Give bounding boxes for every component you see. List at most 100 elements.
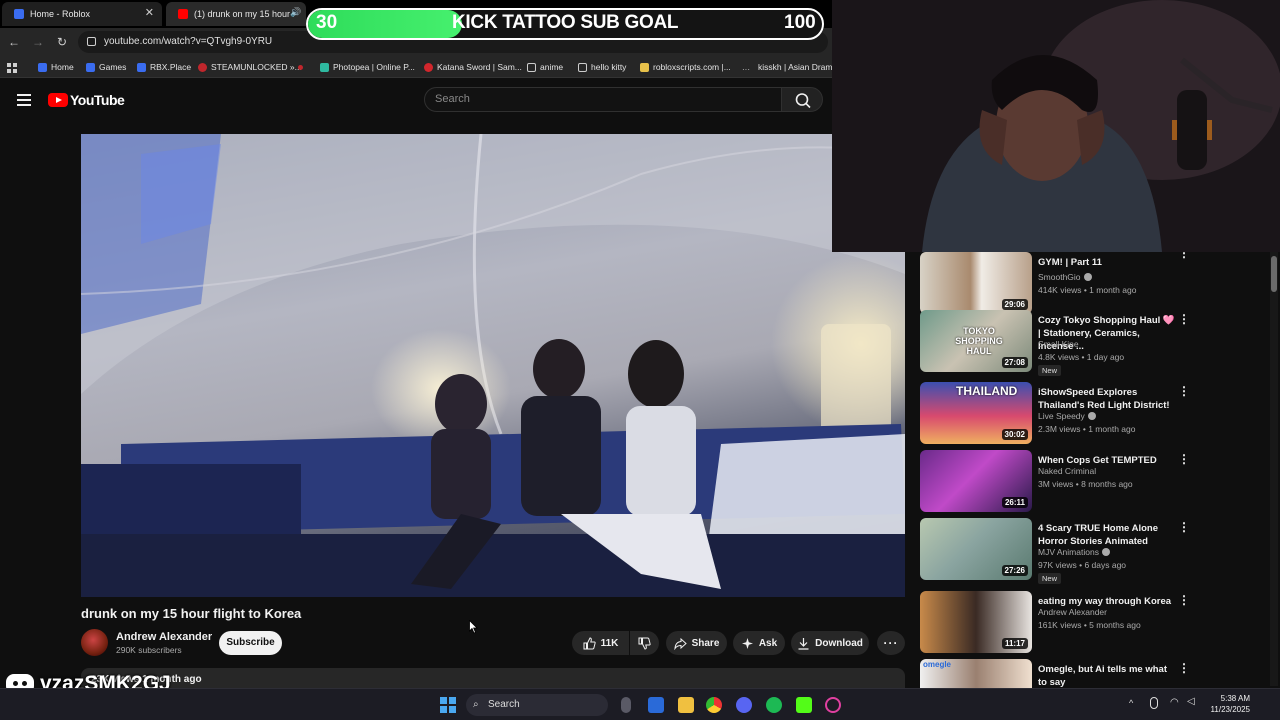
thumbnail-text: THAILAND: [956, 384, 1018, 398]
opera-icon[interactable]: [825, 697, 841, 713]
tab-youtube-video[interactable]: (1) drunk on my 15 hour fli 🔊: [166, 2, 306, 26]
roblox-icon: [137, 62, 146, 72]
site-info-icon[interactable]: [87, 37, 96, 46]
bookmark-home[interactable]: Home: [38, 60, 74, 74]
recommendation-item[interactable]: 11:17 eating my way through Korea Andrew…: [920, 591, 1190, 653]
channel-name[interactable]: SmoothGio: [1038, 272, 1092, 282]
video-thumbnail[interactable]: TOKYO SHOPPING HAUL 27:08: [920, 310, 1032, 372]
clock-time[interactable]: 5:38 AM: [1218, 694, 1250, 703]
close-icon[interactable]: ✕: [145, 6, 154, 19]
channel-name[interactable]: Naked Criminal: [1038, 466, 1096, 476]
windows-start-icon[interactable]: [440, 697, 456, 713]
video-title[interactable]: 4 Scary TRUE Home Alone Horror Stories A…: [1038, 522, 1176, 548]
video-title[interactable]: Omegle, but Ai tells me what to say: [1038, 663, 1176, 688]
video-thumbnail[interactable]: 29:06: [920, 252, 1032, 314]
recommendation-item[interactable]: 29:06 GYM! | Part 11 SmoothGio 414K view…: [920, 247, 1190, 314]
bookmark-robloxscripts[interactable]: robloxscripts.com |...: [640, 60, 731, 74]
video-title[interactable]: iShowSpeed Explores Thailand's Red Light…: [1038, 386, 1176, 412]
scrollbar[interactable]: [1270, 252, 1278, 686]
clock-date[interactable]: 11/23/2025: [1206, 705, 1250, 714]
recommendation-item[interactable]: TOKYO SHOPPING HAUL 27:08 Cozy Tokyo Sho…: [920, 310, 1190, 376]
webcam-feed: [832, 0, 1280, 252]
channel-name[interactable]: Small Kine: [1038, 339, 1079, 349]
channel-label: Live Speedy: [1038, 411, 1085, 421]
more-vertical-icon[interactable]: ⋮: [1178, 521, 1190, 533]
search-button[interactable]: [781, 87, 823, 112]
bookmark-folder-anime[interactable]: anime: [527, 60, 563, 74]
mouse-app-icon[interactable]: [621, 697, 631, 713]
bookmark-rbxplace[interactable]: RBX.Place: [137, 60, 191, 74]
more-vertical-icon[interactable]: ⋮: [1178, 385, 1190, 397]
bookmark-katana-sword[interactable]: Katana Sword | Sam...: [424, 60, 522, 74]
video-thumbnail[interactable]: omegle: [920, 659, 1032, 688]
like-button[interactable]: 11K: [572, 631, 629, 655]
recommendation-item[interactable]: 27:26 4 Scary TRUE Home Alone Horror Sto…: [920, 518, 1190, 584]
dislike-button[interactable]: [630, 631, 659, 655]
folder-icon: [578, 62, 587, 72]
back-arrow-icon[interactable]: ←: [6, 34, 22, 50]
ask-button[interactable]: Ask: [733, 631, 785, 655]
more-vertical-icon[interactable]: ⋮: [1178, 453, 1190, 465]
forward-arrow-icon[interactable]: →: [30, 34, 46, 50]
bookmark-label: kisskh | Asian Dram...: [758, 62, 840, 72]
spotify-icon[interactable]: [766, 697, 782, 713]
video-title[interactable]: GYM! | Part 11: [1038, 256, 1176, 269]
recommendation-item[interactable]: THAILAND 30:02 iShowSpeed Explores Thail…: [920, 382, 1190, 444]
channel-name[interactable]: Live Speedy: [1038, 411, 1096, 421]
video-thumbnail[interactable]: 26:11: [920, 450, 1032, 512]
bookmark-steamunlocked[interactable]: STEAMUNLOCKED »...: [198, 60, 302, 74]
download-icon: [798, 637, 809, 650]
subscribe-button[interactable]: Subscribe: [219, 631, 282, 655]
recommendation-item[interactable]: 26:11 When Cops Get TEMPTED Naked Crimin…: [920, 450, 1190, 512]
bookmark-label: Home: [51, 62, 74, 72]
video-duration: 26:11: [1001, 497, 1028, 508]
bookmark-games[interactable]: Games: [86, 60, 126, 74]
video-meta: 3M views • 8 months ago: [1038, 479, 1133, 489]
verified-icon: [1101, 548, 1110, 556]
speaker-icon[interactable]: 🔊: [290, 7, 301, 18]
tab-label: Home - Roblox: [30, 9, 91, 19]
chevron-up-icon[interactable]: ^: [1129, 698, 1133, 708]
video-thumbnail[interactable]: THAILAND 30:02: [920, 382, 1032, 444]
search-input[interactable]: Search: [424, 87, 782, 112]
more-vertical-icon[interactable]: ⋮: [1178, 594, 1190, 606]
youtube-logo[interactable]: YouTube: [48, 92, 125, 108]
channel-name[interactable]: MJV Animations: [1038, 547, 1110, 557]
video-player[interactable]: [81, 134, 905, 597]
more-vertical-icon[interactable]: ⋮: [1178, 313, 1190, 325]
app-icon[interactable]: [648, 697, 664, 713]
bookmark-kisskh[interactable]: ··· kisskh | Asian Dram...: [742, 60, 840, 74]
verified-icon: [1087, 412, 1096, 420]
scrollbar-thumb[interactable]: [1271, 256, 1277, 292]
kick-icon[interactable]: [796, 697, 812, 713]
microphone-icon[interactable]: [1150, 697, 1158, 709]
channel-name[interactable]: Andrew Alexander: [1038, 607, 1107, 617]
reload-icon[interactable]: ↻: [54, 34, 70, 50]
video-thumbnail[interactable]: 27:26: [920, 518, 1032, 580]
share-button[interactable]: Share: [666, 631, 727, 655]
channel-name[interactable]: Andrew Alexander: [116, 631, 212, 643]
video-thumbnail[interactable]: 11:17: [920, 591, 1032, 653]
steamunlocked-icon: [198, 62, 207, 72]
volume-icon[interactable]: ◁: [1187, 696, 1195, 707]
file-explorer-icon[interactable]: [678, 697, 694, 713]
bookmark-photopea[interactable]: Photopea | Online P...: [320, 60, 415, 74]
apps-grid-icon[interactable]: [7, 61, 18, 73]
recommendation-item[interactable]: omegle Omegle, but Ai tells me what to s…: [920, 659, 1190, 688]
bookmark-unnamed[interactable]: [298, 60, 307, 74]
chrome-icon[interactable]: [706, 697, 722, 713]
discord-icon[interactable]: [736, 697, 752, 713]
tab-roblox-home[interactable]: Home - Roblox ✕: [2, 2, 162, 26]
more-actions-button[interactable]: ···: [877, 631, 905, 655]
kisskh-icon: ···: [742, 64, 750, 74]
hamburger-menu-icon[interactable]: [17, 94, 31, 106]
channel-avatar[interactable]: [81, 629, 108, 656]
download-button[interactable]: Download: [791, 631, 869, 655]
wifi-icon[interactable]: ◠: [1170, 697, 1179, 708]
more-vertical-icon[interactable]: ⋮: [1178, 662, 1190, 674]
bookmark-label: robloxscripts.com |...: [653, 62, 731, 72]
channel-label: SmoothGio: [1038, 272, 1081, 282]
bookmark-folder-hello-kitty[interactable]: hello kitty: [578, 60, 626, 74]
sub-goal-target: 100: [784, 12, 816, 33]
taskbar-search-input[interactable]: ⌕ Search: [466, 694, 608, 716]
